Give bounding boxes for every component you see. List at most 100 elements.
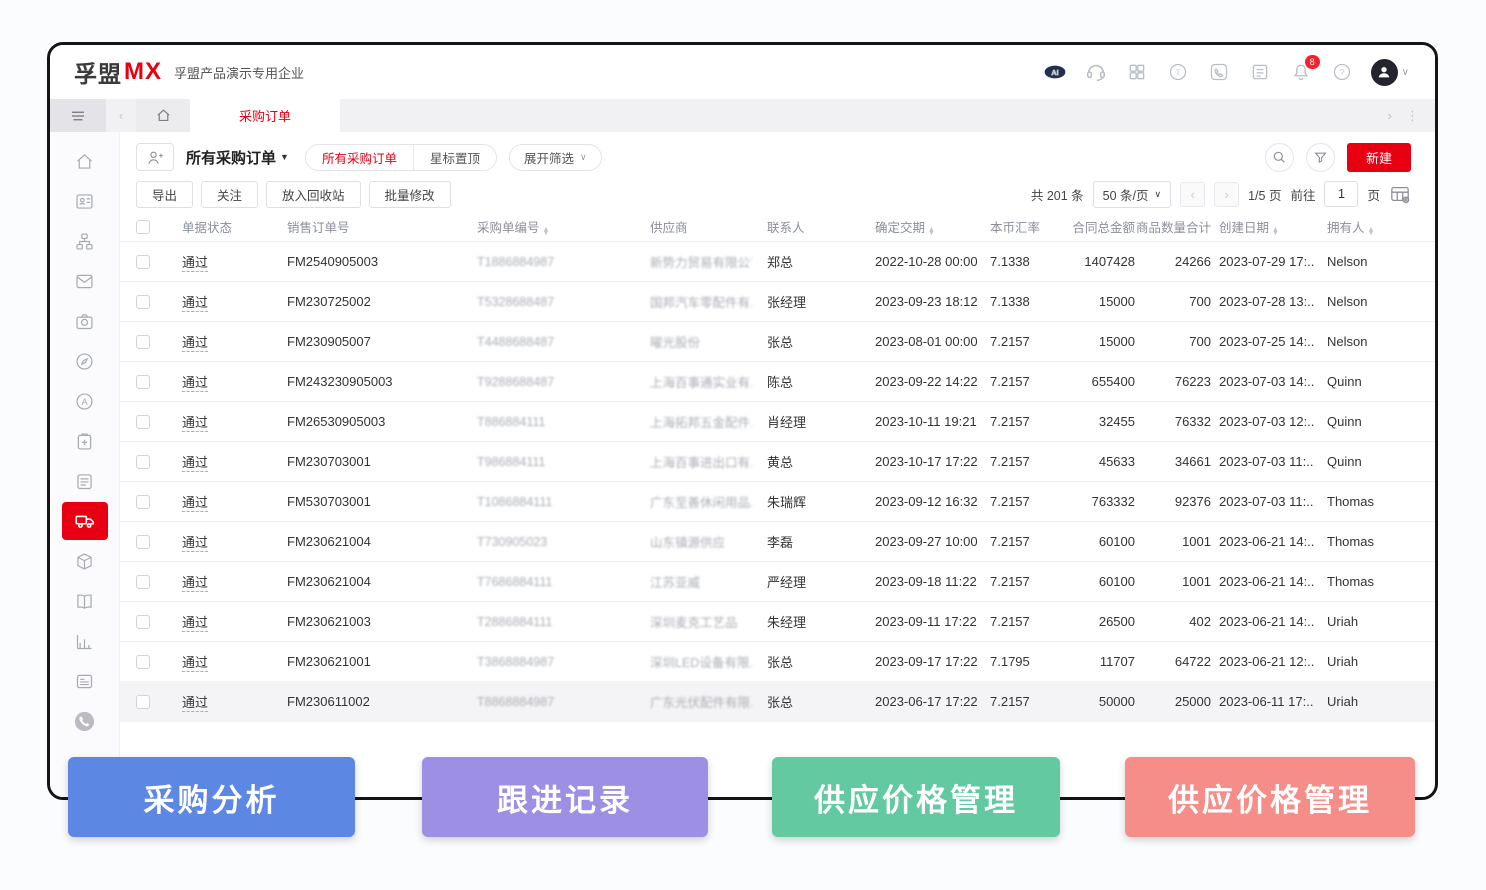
sidebar-item-products[interactable] <box>50 541 119 581</box>
goto-page-input[interactable] <box>1324 181 1358 207</box>
sidebar-item-reports[interactable] <box>50 621 119 661</box>
row-checkbox[interactable] <box>136 655 150 669</box>
table-row[interactable]: 通过 FM230621004 T730905023 山东镇源供应 李磊 2023… <box>120 522 1435 562</box>
row-checkbox[interactable] <box>136 575 150 589</box>
sidebar-item-marketing[interactable]: A <box>50 381 119 421</box>
tab-purchase-orders[interactable]: 采购订单 <box>190 99 340 132</box>
menu-toggle-button[interactable] <box>50 99 106 132</box>
sidebar-item-documents[interactable] <box>50 461 119 501</box>
sidebar-item-clipboard[interactable] <box>50 421 119 461</box>
header-contract-amount[interactable]: 合同总金额 <box>1053 217 1135 236</box>
sales-order-no[interactable]: FM2540905003 <box>272 254 462 269</box>
batch-edit-button[interactable]: 批量修改 <box>369 181 451 208</box>
table-row[interactable]: 通过 FM230621003 T2886884111 深圳麦克工艺品 朱经理 2… <box>120 602 1435 642</box>
feature-button[interactable]: 供应价格管理 <box>772 757 1060 837</box>
header-sales-order-no[interactable]: 销售订单号 <box>272 217 462 236</box>
next-page-button[interactable]: › <box>1214 182 1239 207</box>
table-row[interactable]: 通过 FM530703001 T1086884111 广东至善休闲用品... 朱… <box>120 482 1435 522</box>
sales-order-no[interactable]: FM230621004 <box>272 574 462 589</box>
table-row[interactable]: 通过 FM2540905003 T1886884987 新势力贸易有限公司 郑总… <box>120 242 1435 282</box>
search-button[interactable] <box>1265 143 1294 172</box>
header-owner[interactable]: 拥有人▲▼ <box>1317 217 1435 237</box>
sidebar-item-discover[interactable] <box>50 341 119 381</box>
sidebar-item-whatsapp[interactable] <box>50 701 119 741</box>
expand-filter-button[interactable]: 展开筛选 ∨ <box>509 144 602 171</box>
translate-icon[interactable]: T <box>1166 60 1190 84</box>
tab-scroll-left-icon[interactable]: ‹ <box>106 99 136 132</box>
sort-icon[interactable]: ▲▼ <box>543 228 550 237</box>
pill-all-purchase-orders[interactable]: 所有采购订单 <box>306 145 414 170</box>
user-menu[interactable]: ∨ <box>1371 59 1409 86</box>
sales-order-no[interactable]: FM530703001 <box>272 494 462 509</box>
header-supplier[interactable]: 供应商 <box>634 217 752 236</box>
column-settings-icon[interactable] <box>1389 184 1411 204</box>
feature-button[interactable]: 跟进记录 <box>422 757 708 837</box>
row-checkbox[interactable] <box>136 375 150 389</box>
table-row[interactable]: 通过 FM230905007 T4488688487 曜光股份 张总 2023-… <box>120 322 1435 362</box>
table-row[interactable]: 通过 FM230621001 T3868884987 深圳LED设备有限... … <box>120 642 1435 682</box>
sort-icon[interactable]: ▲▼ <box>1272 228 1279 237</box>
header-status[interactable]: 单据状态 <box>164 217 272 236</box>
feature-button[interactable]: 供应价格管理 <box>1125 757 1415 837</box>
sidebar-item-home[interactable] <box>50 141 119 181</box>
view-selector[interactable]: 所有采购订单 ▼ <box>186 147 289 168</box>
table-row[interactable]: 通过 FM230725002 T5328688487 国邦汽车零配件有... 张… <box>120 282 1435 322</box>
select-all-checkbox[interactable] <box>136 220 150 234</box>
sales-order-no[interactable]: FM230621001 <box>272 654 462 669</box>
owner-filter-button[interactable] <box>136 143 174 171</box>
sales-order-no[interactable]: FM230725002 <box>272 294 462 309</box>
row-checkbox[interactable] <box>136 335 150 349</box>
table-row[interactable]: 通过 FM243230905003 T9288688487 上海百事通实业有..… <box>120 362 1435 402</box>
header-delivery-date[interactable]: 确定交期▲▼ <box>860 217 975 237</box>
header-total-qty[interactable]: 商品数量合计 <box>1135 217 1211 236</box>
sales-order-no[interactable]: FM26530905003 <box>272 414 462 429</box>
table-row[interactable]: 通过 FM26530905003 T886884111 上海拓邦五金配件... … <box>120 402 1435 442</box>
header-exchange-rate[interactable]: 本币汇率 <box>975 217 1053 236</box>
header-po-no[interactable]: 采购单编号▲▼ <box>462 217 634 237</box>
table-row[interactable]: 通过 FM230621004 T7686884111 江苏亚威 严经理 2023… <box>120 562 1435 602</box>
recycle-bin-button[interactable]: 放入回收站 <box>266 181 361 208</box>
sidebar-item-mail[interactable] <box>50 261 119 301</box>
sort-icon[interactable]: ▲▼ <box>928 228 935 237</box>
sidebar-item-media[interactable] <box>50 301 119 341</box>
sort-icon[interactable]: ▲▼ <box>1368 228 1375 237</box>
sidebar-item-organization[interactable] <box>50 221 119 261</box>
sidebar-item-contacts[interactable] <box>50 181 119 221</box>
feature-button[interactable]: 采购分析 <box>68 757 355 837</box>
row-checkbox[interactable] <box>136 415 150 429</box>
sales-order-no[interactable]: FM230621004 <box>272 534 462 549</box>
sidebar-item-purchase-orders[interactable] <box>50 501 119 541</box>
row-checkbox[interactable] <box>136 255 150 269</box>
prev-page-button[interactable]: ‹ <box>1180 182 1205 207</box>
sidebar-item-cards[interactable] <box>50 661 119 701</box>
ai-assistant-icon[interactable]: AI <box>1043 60 1067 84</box>
tab-scroll-right-icon[interactable]: › <box>1388 108 1392 123</box>
notifications-bell-icon[interactable]: 8 <box>1289 60 1313 84</box>
sales-order-no[interactable]: FM230703001 <box>272 454 462 469</box>
sales-order-no[interactable]: FM230621003 <box>272 614 462 629</box>
per-page-select[interactable]: 50 条/页 ∨ <box>1093 181 1171 208</box>
tab-more-icon[interactable]: ⋮ <box>1406 108 1419 124</box>
headset-support-icon[interactable] <box>1084 60 1108 84</box>
filter-funnel-button[interactable] <box>1306 143 1335 172</box>
row-checkbox[interactable] <box>136 495 150 509</box>
header-created-date[interactable]: 创建日期▲▼ <box>1211 217 1317 237</box>
tab-home[interactable] <box>136 99 190 132</box>
sales-order-no[interactable]: FM230611002 <box>272 694 462 709</box>
row-checkbox[interactable] <box>136 695 150 709</box>
sales-order-no[interactable]: FM230905007 <box>272 334 462 349</box>
sales-order-no[interactable]: FM243230905003 <box>272 374 462 389</box>
table-row[interactable]: 通过 FM230611002 T8868884987 广东光伏配件有限... 张… <box>120 682 1435 722</box>
header-contact[interactable]: 联系人 <box>752 217 860 236</box>
pill-star-pinned[interactable]: 星标置顶 <box>414 145 496 170</box>
row-checkbox[interactable] <box>136 535 150 549</box>
row-checkbox[interactable] <box>136 295 150 309</box>
apps-grid-icon[interactable] <box>1125 60 1149 84</box>
sidebar-item-knowledge[interactable] <box>50 581 119 621</box>
help-icon[interactable]: ? <box>1330 60 1354 84</box>
export-button[interactable]: 导出 <box>136 181 193 208</box>
row-checkbox[interactable] <box>136 455 150 469</box>
tasks-icon[interactable] <box>1248 60 1272 84</box>
phone-icon[interactable] <box>1207 60 1231 84</box>
table-row[interactable]: 通过 FM230703001 T986884111 上海百事进出口有... 黄总… <box>120 442 1435 482</box>
